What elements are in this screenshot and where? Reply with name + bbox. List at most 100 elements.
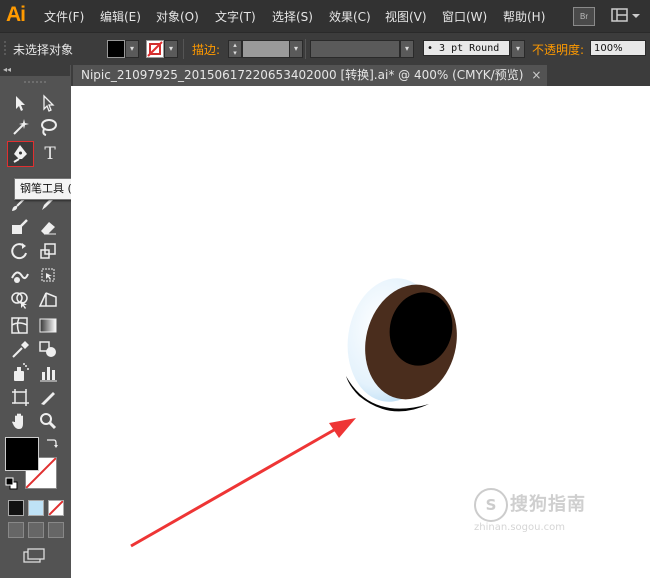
column-graph-icon xyxy=(40,367,57,382)
draw-inside-button[interactable] xyxy=(48,522,64,538)
color-mode-button[interactable] xyxy=(8,500,24,516)
menu-window[interactable]: 窗口(W) xyxy=(442,8,487,25)
draw-behind-button[interactable] xyxy=(28,522,44,538)
stroke-color-swatch[interactable] xyxy=(146,40,164,58)
screen-mode-icon xyxy=(23,548,45,563)
gradient-icon xyxy=(39,318,57,333)
toolbox: ◂◂ T xyxy=(0,64,70,578)
stroke-label[interactable]: 描边: xyxy=(192,41,220,58)
toolbox-collapse[interactable]: ◂◂ xyxy=(0,64,70,76)
no-stroke-icon xyxy=(147,41,163,57)
menu-effect[interactable]: 效果(C) xyxy=(329,8,371,25)
control-bar-grip-icon xyxy=(4,41,6,57)
magic-wand-icon xyxy=(13,119,29,135)
annotation-arrowhead xyxy=(329,418,356,438)
menu-view[interactable]: 视图(V) xyxy=(385,8,427,25)
direct-selection-icon xyxy=(43,94,55,112)
scale-tool[interactable] xyxy=(36,240,60,262)
menu-bar: Ai 文件(F) 编辑(E) 对象(O) 文字(T) 选择(S) 效果(C) 视… xyxy=(0,0,650,32)
swap-colors-icon[interactable] xyxy=(45,437,59,449)
rotate-icon xyxy=(11,243,27,260)
opacity-label[interactable]: 不透明度: xyxy=(532,41,584,58)
gradient-mode-button[interactable] xyxy=(28,500,44,516)
stroke-weight-dropdown[interactable]: ▾ xyxy=(289,40,303,58)
menu-type[interactable]: 文字(T) xyxy=(215,8,256,25)
selection-tool[interactable] xyxy=(8,92,32,114)
mesh-tool[interactable] xyxy=(8,314,32,336)
shape-builder-tool[interactable] xyxy=(8,288,32,310)
warp-tool[interactable] xyxy=(8,264,32,286)
hand-tool[interactable] xyxy=(8,410,32,432)
watermark-brand: 搜狗指南 xyxy=(510,494,586,515)
app-logo: Ai xyxy=(6,3,26,26)
gradient-tool[interactable] xyxy=(36,314,60,336)
symbol-sprayer-icon xyxy=(14,363,29,381)
document-tab[interactable]: Nipic_21097925_20150617220653402000 [转换]… xyxy=(73,65,548,86)
draw-normal-button[interactable] xyxy=(8,522,24,538)
artboard-tool[interactable] xyxy=(8,386,32,408)
opacity-input[interactable]: 100% xyxy=(590,40,646,56)
default-colors-icon[interactable] xyxy=(5,477,19,491)
zoom-tool[interactable] xyxy=(36,410,60,432)
stroke-weight-input[interactable] xyxy=(242,40,290,58)
pen-tool[interactable] xyxy=(7,141,34,167)
blob-brush-icon xyxy=(12,219,28,234)
eraser-tool[interactable] xyxy=(36,216,60,238)
menu-edit[interactable]: 编辑(E) xyxy=(100,8,141,25)
stroke-weight-stepper[interactable]: ▴ ▾ xyxy=(228,40,242,58)
lasso-icon xyxy=(41,119,57,136)
hand-icon xyxy=(12,413,23,429)
control-bar: 未选择对象 ▾ ▾ 描边: ▴ ▾ ▾ ▾ • 3 pt Round ▾ 不透明度… xyxy=(0,32,650,65)
layout-grid-icon xyxy=(611,8,640,22)
menu-object[interactable]: 对象(O) xyxy=(156,8,199,25)
pen-nib-icon xyxy=(13,145,27,163)
selection-status: 未选择对象 xyxy=(13,43,74,57)
warp-icon xyxy=(11,271,29,283)
annotation-arrow xyxy=(130,424,342,548)
menu-help[interactable]: 帮助(H) xyxy=(503,8,545,25)
brush-dropdown[interactable]: ▾ xyxy=(511,40,525,58)
type-tool[interactable]: T xyxy=(38,143,62,165)
free-transform-icon xyxy=(41,268,55,282)
artboard-icon xyxy=(12,389,29,406)
magic-wand-tool[interactable] xyxy=(8,116,32,138)
lasso-tool[interactable] xyxy=(36,116,60,138)
blend-tool[interactable] xyxy=(36,338,60,360)
free-transform-tool[interactable] xyxy=(36,264,60,286)
fill-stroke-widget[interactable] xyxy=(5,437,61,491)
variable-width-profile[interactable] xyxy=(310,40,400,58)
eraser-icon xyxy=(41,222,56,235)
screen-mode-button[interactable] xyxy=(22,548,46,564)
document-tab-title: Nipic_21097925_20150617220653402000 [转换]… xyxy=(81,68,524,82)
magnifier-icon xyxy=(40,413,57,430)
brush-definition[interactable]: • 3 pt Round xyxy=(423,40,510,56)
fill-dropdown[interactable]: ▾ xyxy=(125,40,139,58)
blend-icon xyxy=(39,341,56,357)
type-t-icon: T xyxy=(44,144,56,164)
stroke-dropdown[interactable]: ▾ xyxy=(164,40,178,58)
document-tab-bar: Nipic_21097925_20150617220653402000 [转换]… xyxy=(71,64,650,86)
eyedropper-tool[interactable] xyxy=(8,338,32,360)
bridge-button[interactable]: Br xyxy=(573,7,595,26)
perspective-grid-tool[interactable] xyxy=(36,288,60,310)
menu-file[interactable]: 文件(F) xyxy=(44,8,84,25)
column-graph-tool[interactable] xyxy=(36,362,60,384)
profile-dropdown[interactable]: ▾ xyxy=(400,40,414,58)
blob-brush-tool[interactable] xyxy=(8,216,32,238)
shape-builder-icon xyxy=(11,292,28,309)
workspace-layout-button[interactable] xyxy=(611,7,641,24)
tab-close-icon[interactable]: × xyxy=(531,65,541,86)
slice-tool[interactable] xyxy=(36,386,60,408)
mesh-icon xyxy=(11,317,28,334)
fill-color-swatch[interactable] xyxy=(107,40,125,58)
toolbox-grip-icon xyxy=(24,81,46,83)
menu-select[interactable]: 选择(S) xyxy=(272,8,313,25)
watermark-logo-icon: S xyxy=(474,488,508,522)
rotate-tool[interactable] xyxy=(8,240,32,262)
direct-selection-tool[interactable] xyxy=(36,92,60,114)
slice-knife-icon xyxy=(41,392,55,405)
none-mode-button[interactable] xyxy=(48,500,64,516)
symbol-sprayer-tool[interactable] xyxy=(8,362,32,384)
selection-arrow-icon xyxy=(16,96,25,111)
fill-color-box[interactable] xyxy=(5,437,39,471)
